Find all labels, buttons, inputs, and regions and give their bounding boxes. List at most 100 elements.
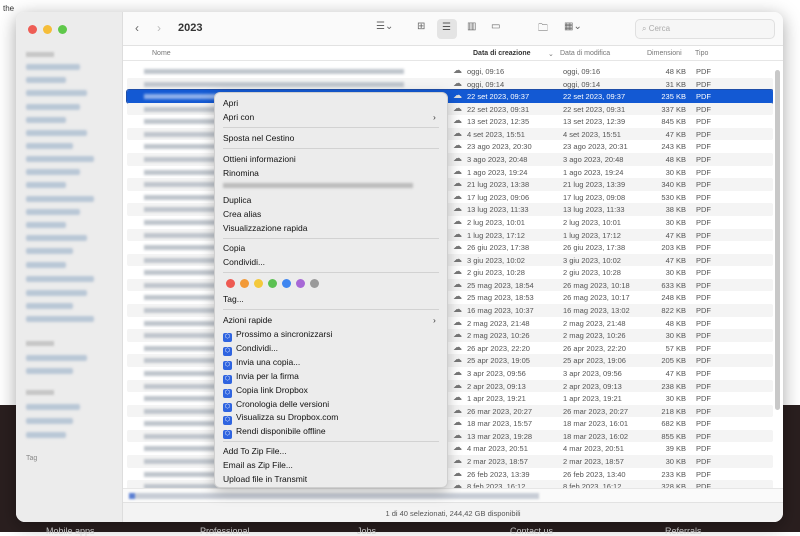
sidebar-item[interactable]	[26, 355, 87, 361]
menu-dropbox-action[interactable]: ⬡ Rendi disponibile offline	[223, 426, 326, 440]
menu-dropbox-action[interactable]: ⬡ Cronologia delle versioni	[223, 399, 329, 412]
sidebar-item[interactable]	[26, 262, 66, 268]
sidebar-item[interactable]	[26, 169, 80, 175]
cloud-icon[interactable]: ☁	[453, 216, 462, 227]
cloud-icon[interactable]: ☁	[453, 178, 462, 189]
cloud-icon[interactable]: ☁	[453, 191, 462, 202]
sidebar-item[interactable]	[26, 432, 66, 438]
cloud-icon[interactable]: ☁	[453, 203, 462, 214]
sidebar-item[interactable]	[26, 104, 80, 110]
sidebar-item[interactable]	[26, 368, 73, 374]
gallery-view-button[interactable]: ▭	[491, 21, 500, 32]
cloud-icon[interactable]: ☁	[453, 65, 462, 76]
tag-color-dot[interactable]	[254, 279, 263, 288]
cloud-icon[interactable]: ☁	[453, 103, 462, 114]
cloud-icon[interactable]: ☁	[453, 367, 462, 378]
menu-dropbox-action[interactable]: ⬡ Invia per la firma	[223, 371, 299, 384]
cloud-icon[interactable]: ☁	[453, 90, 462, 101]
cloud-icon[interactable]: ☁	[453, 140, 462, 151]
menu-duplicate[interactable]: Duplica	[223, 195, 251, 207]
cloud-icon[interactable]: ☁	[453, 279, 462, 290]
cloud-icon[interactable]: ☁	[453, 78, 462, 89]
forward-button[interactable]: ›	[157, 21, 161, 35]
menu-trash[interactable]: Sposta nel Cestino	[223, 133, 294, 145]
tag-color-dot[interactable]	[282, 279, 291, 288]
cloud-icon[interactable]: ☁	[453, 430, 462, 441]
cloud-icon[interactable]: ☁	[453, 115, 462, 126]
tag-color-dot[interactable]	[226, 279, 235, 288]
sidebar-item[interactable]	[26, 316, 94, 322]
menu-dropbox-action[interactable]: ⬡ Invia una copia...	[223, 357, 300, 370]
menu-tags[interactable]: Tag...	[223, 294, 244, 306]
menu-dropbox-action[interactable]: ⬡ Condividi...	[223, 343, 278, 356]
menu-quick-look[interactable]: Visualizzazione rapida	[223, 223, 307, 235]
footer-link[interactable]: Mobile apps	[46, 526, 95, 536]
cloud-icon[interactable]: ☁	[453, 166, 462, 177]
menu-share[interactable]: Condividi...	[223, 257, 265, 269]
col-kind[interactable]: Tipo	[695, 50, 708, 57]
sidebar-item[interactable]	[26, 77, 66, 83]
close-button[interactable]	[28, 25, 37, 34]
cloud-icon[interactable]: ☁	[453, 342, 462, 353]
footer-link[interactable]: Referrals	[665, 526, 702, 536]
cloud-icon[interactable]: ☁	[453, 354, 462, 365]
file-row[interactable]: ☁ oggi, 09:14 oggi, 09:14 31 KB PDF	[127, 77, 773, 91]
sidebar-item[interactable]	[26, 90, 87, 96]
menu-dropbox-action[interactable]: ⬡ Visualizza su Dropbox.com	[223, 412, 338, 426]
column-view-button[interactable]: ▥	[467, 21, 476, 32]
cloud-icon[interactable]: ☁	[453, 392, 462, 403]
cloud-icon[interactable]: ☁	[453, 417, 462, 428]
menu-open-with[interactable]: Apri con ›	[223, 112, 441, 124]
sidebar-item[interactable]	[26, 290, 87, 296]
cloud-icon[interactable]: ☁	[453, 153, 462, 164]
new-folder-icon[interactable]: 🗀	[538, 21, 548, 38]
menu-dropbox-action[interactable]: ⬡ Copia link Dropbox	[223, 385, 308, 398]
tag-color-dot[interactable]	[240, 279, 249, 288]
tag-color-dot[interactable]	[310, 279, 319, 288]
sidebar-item[interactable]	[26, 64, 80, 70]
menu-email-zip[interactable]: Email as Zip File...	[223, 460, 293, 472]
sidebar-item[interactable]	[26, 143, 73, 149]
col-created[interactable]: Data di creazione	[473, 50, 531, 57]
sidebar-item[interactable]	[26, 248, 73, 254]
scrollbar[interactable]	[775, 70, 780, 410]
group-by-icon[interactable]: ☰⌄	[376, 21, 393, 32]
menu-quick-actions[interactable]: Azioni rapide ›	[223, 315, 441, 327]
cloud-icon[interactable]: ☁	[453, 329, 462, 340]
col-modified[interactable]: Data di modifica	[560, 50, 610, 57]
menu-transmit[interactable]: Upload file in Transmit	[223, 474, 307, 486]
col-name[interactable]: Nome	[152, 50, 171, 57]
list-view-button[interactable]: ☰	[437, 19, 457, 39]
sidebar-item[interactable]	[26, 303, 73, 309]
col-size[interactable]: Dimensioni	[647, 50, 682, 57]
file-row[interactable]: ☁ oggi, 09:16 oggi, 09:16 48 KB PDF	[127, 65, 773, 78]
cloud-icon[interactable]: ☁	[453, 291, 462, 302]
sidebar-item[interactable]	[26, 418, 73, 424]
cloud-icon[interactable]: ☁	[453, 455, 462, 466]
search-input[interactable]: ⌕ Cerca	[635, 19, 775, 39]
zoom-button[interactable]	[58, 25, 67, 34]
cloud-icon[interactable]: ☁	[453, 254, 462, 265]
cloud-icon[interactable]: ☁	[453, 442, 462, 453]
sidebar-item[interactable]	[26, 209, 80, 215]
cloud-icon[interactable]: ☁	[453, 468, 462, 479]
minimize-button[interactable]	[43, 25, 52, 34]
sidebar-item[interactable]	[26, 222, 66, 228]
tag-color-dot[interactable]	[268, 279, 277, 288]
cloud-icon[interactable]: ☁	[453, 229, 462, 240]
menu-get-info[interactable]: Ottieni informazioni	[223, 154, 296, 166]
back-button[interactable]: ‹	[135, 21, 139, 35]
menu-compress[interactable]	[223, 181, 413, 193]
icon-view-button[interactable]: ⊞	[417, 21, 425, 32]
sidebar-item[interactable]	[26, 276, 94, 282]
sidebar-item[interactable]	[26, 196, 94, 202]
cloud-icon[interactable]: ☁	[453, 405, 462, 416]
footer-link[interactable]: Professional	[200, 526, 250, 536]
sidebar-item[interactable]	[26, 182, 66, 188]
cloud-icon[interactable]: ☁	[453, 266, 462, 277]
sidebar-item[interactable]	[26, 117, 66, 123]
sidebar-item[interactable]	[26, 404, 80, 410]
sidebar-item[interactable]	[26, 235, 87, 241]
footer-link[interactable]: Contact us	[510, 526, 553, 536]
menu-make-alias[interactable]: Crea alias	[223, 209, 261, 221]
